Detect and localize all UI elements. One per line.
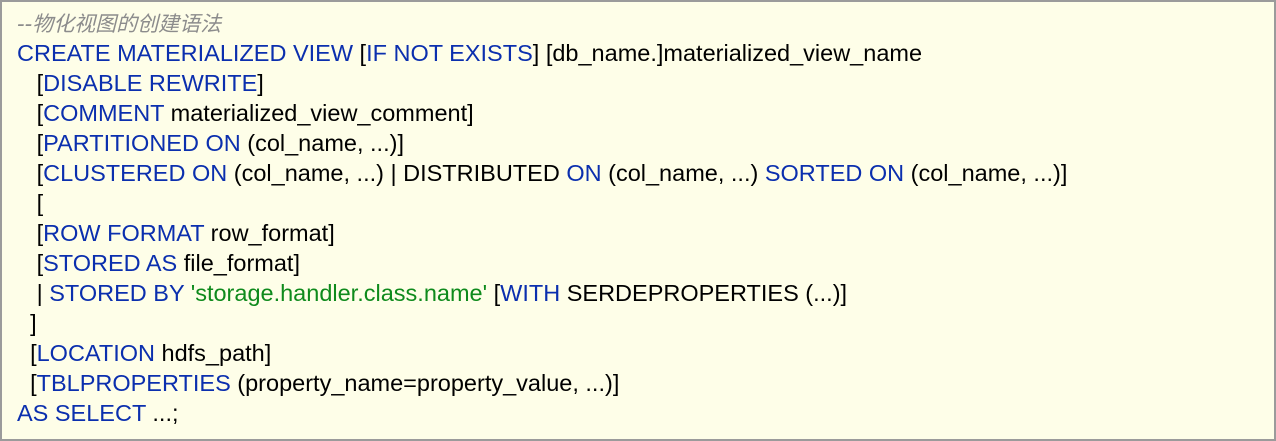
code-line: [PARTITIONED ON (col_name, ...)] bbox=[17, 128, 1274, 158]
code-keyword: SORTED ON bbox=[764, 160, 905, 186]
code-text: ...; bbox=[145, 400, 179, 426]
code-line: [LOCATION hdfs_path] bbox=[17, 338, 1274, 368]
code-line: [TBLPROPERTIES (property_name=property_v… bbox=[17, 368, 1274, 398]
code-keyword: DISABLE REWRITE bbox=[43, 70, 258, 96]
code-text: | bbox=[36, 280, 50, 306]
code-keyword: ROW FORMAT bbox=[43, 220, 205, 246]
code-line: AS SELECT ...; bbox=[17, 398, 1274, 428]
code-keyword: STORED AS bbox=[43, 250, 178, 276]
code-block: --物化视图的创建语法 CREATE MATERIALIZED VIEW [IF… bbox=[0, 0, 1276, 441]
code-line: [ROW FORMAT row_format] bbox=[17, 218, 1274, 248]
code-keyword: ON bbox=[566, 160, 602, 186]
code-text: (col_name, ...)] bbox=[904, 160, 1068, 186]
code-text: ] [db_name.]materialized_view_name bbox=[532, 40, 923, 66]
code-text: ] bbox=[30, 310, 37, 336]
code-text: (col_name, ...) | DISTRIBUTED bbox=[227, 160, 567, 186]
code-text: (property_name=property_value, ...)] bbox=[230, 370, 620, 396]
code-line: | STORED BY 'storage.handler.class.name'… bbox=[17, 278, 1274, 308]
code-keyword: LOCATION bbox=[36, 340, 155, 366]
code-text: hdfs_path] bbox=[154, 340, 272, 366]
code-comment: --物化视图的创建语法 bbox=[17, 12, 222, 36]
code-keyword: CREATE MATERIALIZED VIEW bbox=[17, 40, 360, 66]
code-keyword: WITH bbox=[500, 280, 561, 306]
code-text: file_format] bbox=[177, 250, 300, 276]
code-text: materialized_view_comment] bbox=[164, 100, 474, 126]
code-keyword: CLUSTERED ON bbox=[43, 160, 228, 186]
code-keyword: PARTITIONED ON bbox=[43, 130, 241, 156]
code-text: (col_name, ...) bbox=[601, 160, 765, 186]
comment-line: --物化视图的创建语法 bbox=[17, 8, 1274, 38]
code-text: [ bbox=[36, 190, 44, 216]
code-line: ] bbox=[17, 308, 1274, 338]
code-line: CREATE MATERIALIZED VIEW [IF NOT EXISTS]… bbox=[17, 38, 1274, 68]
code-string: 'storage.handler.class.name' bbox=[190, 280, 488, 306]
code-line: [CLUSTERED ON (col_name, ...) | DISTRIBU… bbox=[17, 158, 1274, 188]
code-text: (col_name, ...)] bbox=[240, 130, 404, 156]
code-line: [STORED AS file_format] bbox=[17, 248, 1274, 278]
code-text: ] bbox=[257, 70, 264, 96]
code-keyword: AS SELECT bbox=[17, 400, 146, 426]
code-line: [COMMENT materialized_view_comment] bbox=[17, 98, 1274, 128]
code-text: SERDEPROPERTIES (...)] bbox=[560, 280, 848, 306]
code-keyword: TBLPROPERTIES bbox=[36, 370, 231, 396]
code-keyword: STORED BY bbox=[49, 280, 185, 306]
code-keyword: IF NOT EXISTS bbox=[366, 40, 533, 66]
code-text: row_format] bbox=[204, 220, 335, 246]
code-keyword: COMMENT bbox=[43, 100, 165, 126]
code-line: [DISABLE REWRITE] bbox=[17, 68, 1274, 98]
code-text: [ bbox=[487, 280, 501, 306]
code-line: [ bbox=[17, 188, 1274, 218]
